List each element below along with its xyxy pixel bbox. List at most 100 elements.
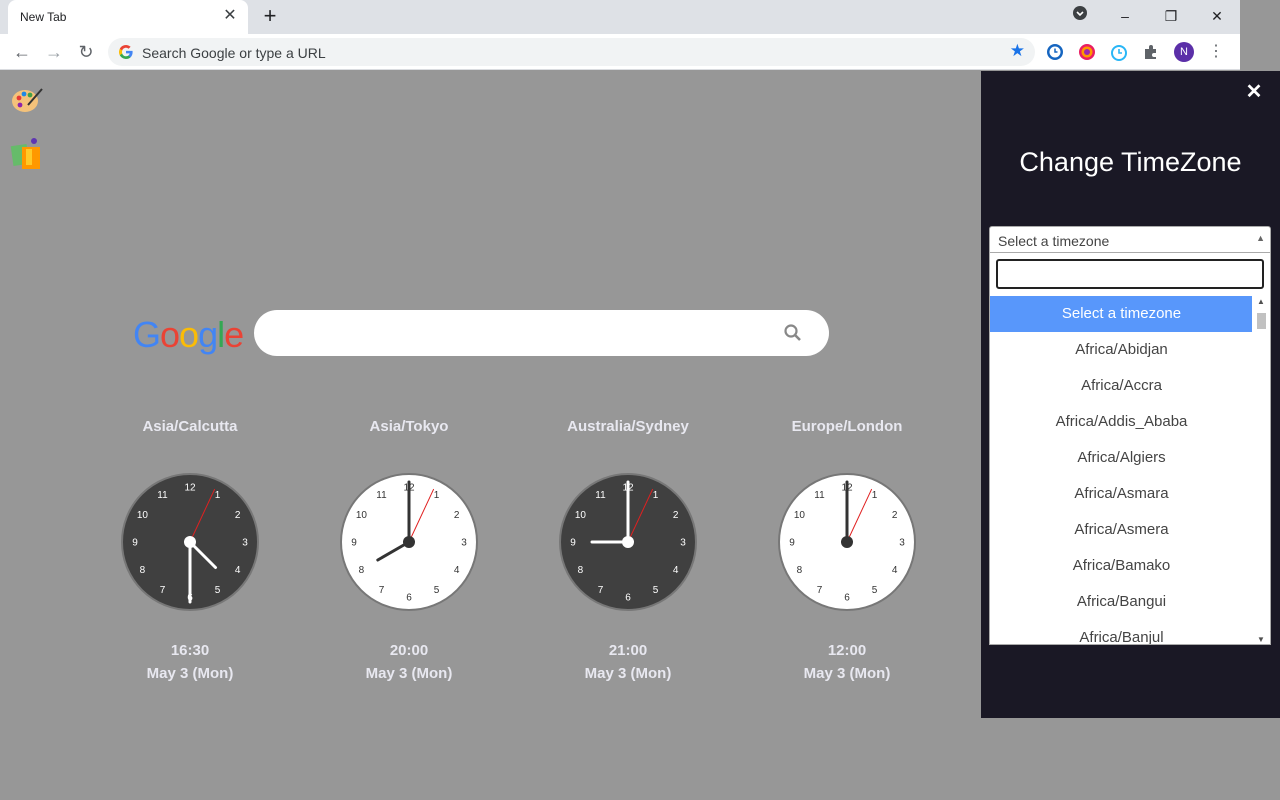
clock-extension-icon[interactable] (1045, 42, 1065, 62)
svg-text:3: 3 (242, 538, 248, 549)
window-close-icon[interactable]: ✕ (1205, 4, 1229, 28)
shopping-bags-icon[interactable] (10, 137, 44, 171)
google-g-icon (118, 44, 134, 60)
scrollbar-thumb[interactable] (1257, 313, 1266, 329)
svg-text:2: 2 (235, 510, 241, 521)
svg-text:8: 8 (359, 565, 365, 576)
timezone-option[interactable]: Africa/Banjul (990, 620, 1253, 645)
new-tab-button[interactable]: + (258, 5, 282, 29)
svg-text:1: 1 (872, 490, 878, 501)
close-tab-icon[interactable]: ✕ (220, 6, 240, 26)
browser-toolbar: ← → ↻ Search Google or type a URL ★ (0, 34, 1240, 70)
restore-icon[interactable]: ❐ (1159, 4, 1183, 28)
svg-text:9: 9 (132, 538, 138, 549)
svg-text:1: 1 (215, 490, 221, 501)
svg-text:3: 3 (899, 538, 905, 549)
svg-text:11: 11 (157, 490, 168, 501)
svg-text:3: 3 (461, 538, 467, 549)
clock-digital-time: 12:00 (767, 642, 927, 659)
extensions-puzzle-icon[interactable] (1141, 42, 1161, 62)
svg-text:7: 7 (160, 585, 166, 596)
svg-text:3: 3 (680, 538, 686, 549)
svg-text:10: 10 (137, 510, 149, 521)
new-tab-page: Google Asia/Calcutta12345678910111216:30… (0, 71, 1280, 800)
svg-text:11: 11 (376, 490, 387, 501)
profile-avatar[interactable]: N (1174, 42, 1194, 62)
svg-text:9: 9 (351, 538, 357, 549)
tab-search-icon[interactable] (1068, 4, 1092, 28)
timezone-select-value: Select a timezone (998, 233, 1109, 249)
back-icon[interactable]: ← (10, 40, 34, 64)
clock-date: May 3 (Mon) (548, 665, 708, 682)
tab-title: New Tab (20, 10, 66, 24)
timezone-option[interactable]: Africa/Bangui (990, 584, 1253, 620)
panel-title: Change TimeZone (981, 147, 1280, 178)
clock-timezone-label: Europe/London (767, 418, 927, 438)
google-search-input[interactable] (254, 310, 829, 356)
clock-card: Asia/Calcutta12345678910111216:30May 3 (… (110, 418, 270, 682)
svg-text:6: 6 (844, 593, 850, 604)
clock-card: Europe/London12345678910111212:00May 3 (… (767, 418, 927, 682)
svg-text:11: 11 (595, 490, 606, 501)
omnibox[interactable]: Search Google or type a URL ★ (108, 38, 1035, 66)
svg-text:4: 4 (673, 565, 679, 576)
scroll-down-icon[interactable]: ▼ (1252, 634, 1270, 645)
timezone-dropdown: Select a timezoneAfrica/AbidjanAfrica/Ac… (989, 252, 1271, 645)
svg-text:6: 6 (625, 593, 631, 604)
svg-text:7: 7 (598, 585, 604, 596)
svg-text:10: 10 (356, 510, 368, 521)
reload-icon[interactable]: ↻ (74, 40, 98, 64)
minimize-icon[interactable]: – (1113, 4, 1137, 28)
timezone-option[interactable]: Africa/Bamako (990, 548, 1253, 584)
clock-timezone-label: Asia/Calcutta (110, 418, 270, 438)
chevron-up-icon: ▲ (1256, 233, 1265, 243)
clock-digital-time: 20:00 (329, 642, 489, 659)
analog-clock: 123456789101112 (777, 472, 917, 612)
forward-icon[interactable]: → (42, 40, 66, 64)
svg-text:12: 12 (184, 483, 196, 494)
svg-text:4: 4 (235, 565, 241, 576)
alarm-extension-icon[interactable] (1109, 42, 1129, 62)
svg-text:11: 11 (814, 490, 825, 501)
tab-new-tab[interactable]: New Tab ✕ (8, 0, 248, 34)
timezone-search-input[interactable] (996, 259, 1264, 289)
timezone-options: Select a timezoneAfrica/AbidjanAfrica/Ac… (990, 296, 1253, 645)
clock-digital-time: 16:30 (110, 642, 270, 659)
analog-clock: 123456789101112 (339, 472, 479, 612)
svg-text:8: 8 (797, 565, 803, 576)
svg-text:5: 5 (653, 585, 659, 596)
timezone-option[interactable]: Africa/Asmera (990, 512, 1253, 548)
dropdown-scrollbar[interactable]: ▲ ▼ (1252, 296, 1270, 645)
clock-digital-time: 21:00 (548, 642, 708, 659)
svg-text:5: 5 (215, 585, 221, 596)
tab-strip: New Tab ✕ + – ❐ ✕ (0, 0, 1240, 34)
search-icon[interactable] (783, 323, 803, 343)
timezone-option[interactable]: Africa/Accra (990, 368, 1253, 404)
clock-timezone-label: Australia/Sydney (548, 418, 708, 438)
clock-date: May 3 (Mon) (110, 665, 270, 682)
clock-timezone-label: Asia/Tokyo (329, 418, 489, 438)
bookmark-star-icon[interactable]: ★ (1010, 41, 1025, 61)
close-panel-icon[interactable]: ✕ (1244, 81, 1264, 103)
palette-icon[interactable] (10, 83, 44, 117)
clock-card: Australia/Sydney12345678910111221:00May … (548, 418, 708, 682)
menu-kebab-icon[interactable]: ⋮ (1208, 42, 1224, 62)
scroll-up-icon[interactable]: ▲ (1252, 296, 1270, 308)
timezone-select[interactable]: Select a timezone ▲ (989, 226, 1271, 253)
svg-text:1: 1 (434, 490, 440, 501)
svg-text:2: 2 (892, 510, 898, 521)
svg-text:4: 4 (892, 565, 898, 576)
timezone-option[interactable]: Africa/Algiers (990, 440, 1253, 476)
svg-text:10: 10 (794, 510, 806, 521)
timezone-option[interactable]: Africa/Asmara (990, 476, 1253, 512)
target-extension-icon[interactable] (1077, 42, 1097, 62)
clock-date: May 3 (Mon) (767, 665, 927, 682)
timezone-option[interactable]: Select a timezone (990, 296, 1253, 332)
svg-text:2: 2 (673, 510, 679, 521)
svg-text:8: 8 (140, 565, 146, 576)
analog-clock: 123456789101112 (558, 472, 698, 612)
svg-text:2: 2 (454, 510, 460, 521)
timezone-option[interactable]: Africa/Abidjan (990, 332, 1253, 368)
timezone-option[interactable]: Africa/Addis_Ababa (990, 404, 1253, 440)
clock-date: May 3 (Mon) (329, 665, 489, 682)
